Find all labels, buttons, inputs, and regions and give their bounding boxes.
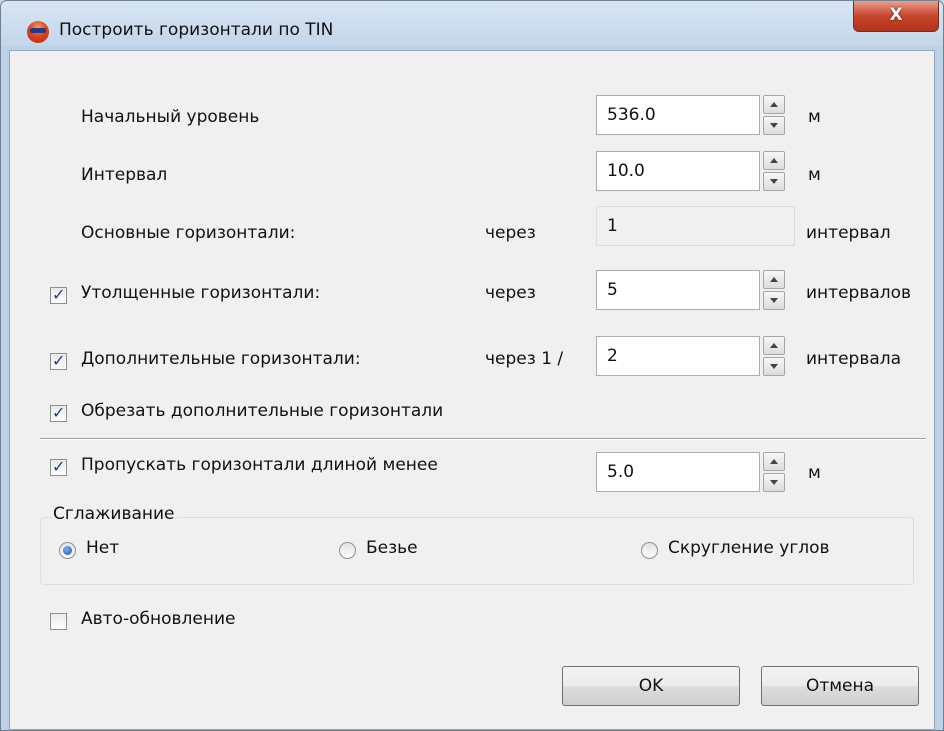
dialog-body: Начальный уровень 536.0 м Интервал 10.0 … [9,50,935,730]
window-title: Построить горизонтали по TIN [59,20,334,40]
smoothing-none-radio[interactable] [59,542,76,559]
interval-spinner[interactable] [763,151,785,191]
smoothing-rounding-radio[interactable] [641,542,658,559]
smoothing-title: Сглаживание [51,504,177,524]
spin-up-icon[interactable] [763,336,785,355]
main-contours-label: Основные горизонтали: [81,223,296,243]
interval-unit: м [808,165,821,185]
separator [40,438,926,440]
spin-down-icon[interactable] [763,291,785,310]
trim-extra-label: Обрезать дополнительные горизонтали [81,401,444,421]
app-logo-icon [27,21,49,43]
ok-button[interactable]: OK [562,666,740,706]
spin-up-icon[interactable] [763,270,785,289]
spin-down-icon[interactable] [763,473,785,492]
extra-contours-input[interactable]: 2 [596,336,760,376]
title-bar[interactable]: Построить горизонтали по TIN X [1,1,943,45]
thick-contours-prefix: через [485,283,536,303]
smoothing-group: Сглаживание Нет Безье Скругление углов [40,504,914,585]
extra-contours-spinner[interactable] [763,336,785,376]
close-button[interactable]: X [853,1,939,32]
smoothing-bezier-radio[interactable] [339,542,356,559]
close-icon: X [889,5,903,25]
skip-short-label: Пропускать горизонтали длиной менее [81,455,438,475]
main-contours-prefix: через [485,223,536,243]
cancel-button[interactable]: Отмена [761,666,919,706]
extra-contours-prefix: через 1 / [485,349,564,369]
auto-update-label: Авто-обновление [81,609,236,629]
auto-update-checkbox[interactable] [50,613,67,630]
interval-input[interactable]: 10.0 [596,151,760,191]
extra-contours-checkbox[interactable] [50,351,67,370]
skip-short-checkbox[interactable] [50,457,67,476]
spin-down-icon[interactable] [763,357,785,376]
spin-down-icon[interactable] [763,116,785,135]
dialog-window: Построить горизонтали по TIN X Начальный… [0,0,944,731]
start-level-label: Начальный уровень [81,107,260,127]
thick-contours-unit: интервалов [806,283,912,303]
smoothing-bezier-label: Безье [366,538,418,558]
thick-contours-spinner[interactable] [763,270,785,310]
spin-up-icon[interactable] [763,95,785,114]
main-contours-unit: интервал [806,223,891,243]
start-level-input[interactable]: 536.0 [596,95,760,135]
thick-contours-checkbox[interactable] [50,285,67,304]
start-level-spinner[interactable] [763,95,785,135]
trim-extra-checkbox[interactable] [50,403,67,422]
spin-down-icon[interactable] [763,172,785,191]
smoothing-none-label: Нет [86,538,120,558]
spin-up-icon[interactable] [763,452,785,471]
skip-short-input[interactable]: 5.0 [596,452,760,492]
thick-contours-input[interactable]: 5 [596,270,760,310]
smoothing-rounding-label: Скругление углов [668,538,830,558]
interval-label: Интервал [81,165,168,185]
extra-contours-label: Дополнительные горизонтали: [81,349,361,369]
thick-contours-label: Утолщенные горизонтали: [81,283,321,303]
spin-up-icon[interactable] [763,151,785,170]
main-contours-value: 1 [596,206,795,246]
skip-short-spinner[interactable] [763,452,785,492]
skip-short-unit: м [808,463,821,483]
extra-contours-unit: интервала [806,349,902,369]
start-level-unit: м [808,107,821,127]
